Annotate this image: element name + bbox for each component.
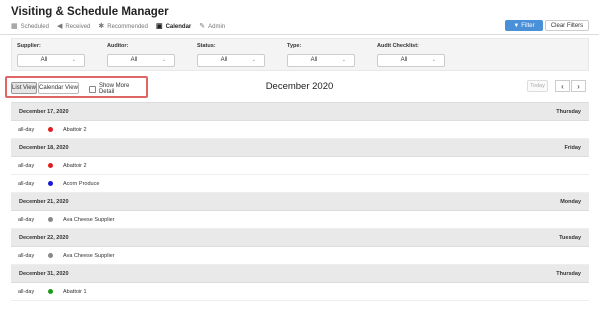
event-time: all-day [18, 252, 35, 259]
chevron-right-icon: › [577, 81, 580, 91]
day-header: December 17, 2020 Thursday [11, 103, 589, 121]
event-title: Acorn Produce [63, 180, 100, 187]
calendar-icon: ▣ [155, 23, 163, 30]
day-date[interactable]: December 31, 2020 [19, 271, 69, 277]
tab-received[interactable]: ◀ Received [57, 23, 90, 30]
page-title: Visiting & Schedule Manager [11, 6, 169, 18]
tab-label: Received [65, 23, 91, 30]
clear-filters-button[interactable]: Clear Filters [545, 20, 589, 31]
audit-checklist-select[interactable]: All ⌄ [377, 54, 445, 67]
day-weekday[interactable]: Thursday [556, 109, 581, 115]
day-weekday[interactable]: Tuesday [559, 235, 581, 241]
event-title: Abattoir 2 [63, 162, 87, 169]
tab-label: Admin [208, 23, 226, 30]
day-header: December 31, 2020 Thursday [11, 265, 589, 283]
auditor-label: Auditor: [107, 43, 129, 49]
chevron-down-icon: ⌄ [251, 57, 256, 63]
event-row[interactable]: all-day Abattoir 1 [11, 283, 589, 301]
tab-label: Recommended [107, 23, 148, 30]
auditor-select[interactable]: All ⌄ [107, 54, 175, 67]
chevron-down-icon: ⌄ [71, 57, 76, 63]
event-time: all-day [18, 216, 35, 223]
next-button[interactable]: › [571, 80, 586, 92]
day-header: December 18, 2020 Friday [11, 139, 589, 157]
type-label: Type: [287, 43, 302, 49]
status-select[interactable]: All ⌄ [197, 54, 265, 67]
today-button[interactable]: Today [527, 80, 548, 92]
day-date[interactable]: December 17, 2020 [19, 109, 69, 115]
chevron-down-icon: ⌄ [431, 57, 436, 63]
status-label: Status: [197, 43, 216, 49]
event-time: all-day [18, 180, 35, 187]
event-color-dot [48, 127, 53, 132]
day-weekday[interactable]: Thursday [556, 271, 581, 277]
calendar-title: December 2020 [265, 81, 334, 92]
day-header: December 22, 2020 Tuesday [11, 229, 589, 247]
day-date[interactable]: December 21, 2020 [19, 199, 69, 205]
chevron-left-icon: ‹ [561, 81, 564, 91]
filter-button[interactable]: ▼ Filter [505, 20, 543, 31]
event-row[interactable]: all-day Acorn Produce [11, 175, 589, 193]
day-date[interactable]: December 22, 2020 [19, 235, 69, 241]
event-color-dot [48, 253, 53, 258]
tab-calendar[interactable]: ▣ Calendar [156, 23, 191, 30]
funnel-icon: ▼ [513, 22, 520, 29]
chevron-down-icon: ⌄ [341, 57, 346, 63]
wrench-icon: ✎ [199, 23, 206, 30]
event-time: all-day [18, 126, 35, 133]
day-header: December 21, 2020 Monday [11, 193, 589, 211]
tab-recommended[interactable]: ✱ Recommended [98, 23, 148, 30]
gear-icon: ✱ [98, 23, 105, 30]
day-weekday[interactable]: Monday [560, 199, 581, 205]
event-color-dot [48, 289, 53, 294]
event-row[interactable]: all-day Abattoir 2 [11, 121, 589, 139]
day-weekday[interactable]: Friday [564, 145, 581, 151]
tab-divider [0, 34, 599, 35]
tab-bar: ▦ Scheduled ◀ Received ✱ Recommended ▣ C… [11, 23, 225, 30]
event-row[interactable]: all-day Ava Cheese Supplier [11, 247, 589, 265]
type-select[interactable]: All ⌄ [287, 54, 355, 67]
event-title: Ava Cheese Supplier [63, 216, 115, 223]
event-time: all-day [18, 288, 35, 295]
tab-admin[interactable]: ✎ Admin [199, 23, 225, 30]
event-title: Abattoir 2 [63, 126, 87, 133]
supplier-select[interactable]: All ⌄ [17, 54, 85, 67]
event-row[interactable]: all-day Abattoir 2 [11, 157, 589, 175]
tab-label: Scheduled [20, 23, 49, 30]
event-color-dot [48, 217, 53, 222]
event-list: December 17, 2020 Thursday all-day Abattoir… [11, 102, 589, 301]
select-value: All [40, 57, 48, 63]
event-row[interactable]: all-day Ava Cheese Supplier [11, 211, 589, 229]
event-color-dot [48, 181, 53, 186]
event-title: Abattoir 1 [63, 288, 87, 295]
prev-button[interactable]: ‹ [555, 80, 570, 92]
day-date[interactable]: December 18, 2020 [19, 145, 69, 151]
supplier-label: Supplier: [17, 43, 41, 49]
event-title: Ava Cheese Supplier [63, 252, 115, 259]
event-color-dot [48, 163, 53, 168]
filter-button-label: Filter [521, 22, 535, 29]
chevron-down-icon: ⌄ [161, 57, 166, 63]
audit-checklist-label: Audit Checklist: [377, 43, 419, 49]
event-time: all-day [18, 162, 35, 169]
table-icon: ▦ [11, 23, 18, 30]
select-value: All [310, 57, 318, 63]
select-value: All [400, 57, 408, 63]
select-value: All [130, 57, 138, 63]
tab-scheduled[interactable]: ▦ Scheduled [11, 23, 49, 30]
tab-label: Calendar [165, 23, 192, 30]
filter-panel: Supplier: All ⌄ Auditor: All ⌄ Status: A… [11, 38, 589, 71]
select-value: All [220, 57, 228, 63]
arrow-left-icon: ◀ [56, 23, 63, 30]
